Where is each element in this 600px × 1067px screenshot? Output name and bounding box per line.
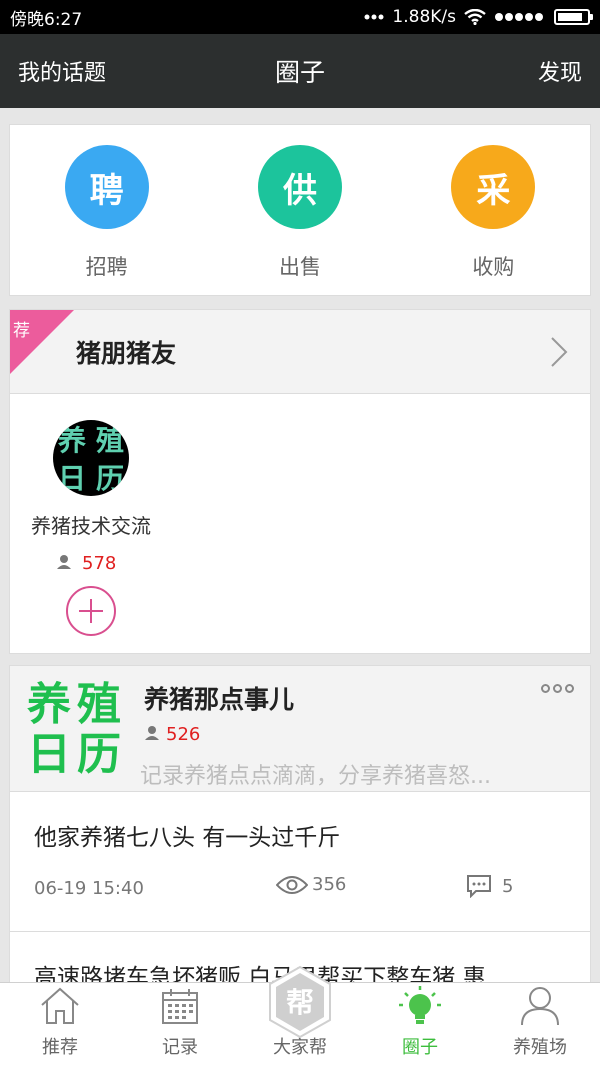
quick-action-recruit[interactable]: 聘 招聘 [27, 145, 187, 295]
tab-help[interactable]: 帮 大家帮 [240, 965, 360, 1067]
member-count-value: 578 [82, 553, 117, 574]
circle-header[interactable]: 养 殖 日 历 养猪那点事儿 526 记录养猪点点滴滴，分享养猪喜怒... [10, 666, 590, 792]
group-avatar: 养 殖 日 历 [53, 420, 129, 496]
tab-farm[interactable]: 养殖场 [480, 983, 600, 1067]
post-comments[interactable]: 5 [466, 874, 513, 898]
avatar-glyph: 养 [57, 424, 86, 457]
cell-signal-icon [494, 12, 546, 22]
group-member-count: 578 [36, 553, 116, 574]
member-icon [144, 725, 160, 745]
avatar-glyph: 日 [57, 462, 86, 495]
logo-glyph: 殖 [77, 679, 121, 730]
calendar-icon [162, 989, 198, 1024]
logo-glyph: 历 [77, 729, 121, 780]
group-item[interactable]: 养 殖 日 历 养猪技术交流 578 [10, 394, 172, 636]
more-options-icon[interactable] [541, 684, 574, 693]
discover-link[interactable]: 发现 [538, 55, 582, 87]
recommend-header[interactable]: 荐 猪朋猪友 [10, 310, 590, 394]
circle-member-count: 526 [144, 724, 200, 745]
avatar-glyph: 历 [95, 462, 124, 495]
quick-action-buy[interactable]: 采 收购 [413, 145, 573, 295]
avatar-glyph: 殖 [95, 424, 124, 457]
lightbulb-icon [399, 986, 441, 1024]
quick-action-label: 出售 [278, 255, 321, 279]
status-bar: 傍晚6:27 1.88K/s [0, 0, 600, 34]
circle-logo: 养 殖 日 历 [24, 680, 124, 780]
tab-circle[interactable]: 圈子 [360, 983, 480, 1067]
recommend-tag-text: 荐 [13, 321, 30, 341]
supply-icon: 供 [257, 145, 342, 229]
recommend-card: 荐 猪朋猪友 养 殖 日 历 养猪技术交流 578 [9, 309, 591, 654]
help-badge-glyph: 帮 [286, 986, 314, 1019]
bottom-tab-bar: 推荐 记录 帮 大家帮 圈子 养殖场 [0, 965, 600, 1067]
plus-icon [79, 599, 103, 623]
recommend-title: 猪朋猪友 [76, 338, 177, 368]
tab-label: 圈子 [402, 1037, 438, 1058]
post-item[interactable]: 他家养猪七八头 有一头过千斤 06-19 15:40 356 5 [10, 792, 590, 932]
status-time: 傍晚6:27 [10, 9, 83, 30]
views-count: 356 [312, 874, 347, 895]
purchase-glyph: 采 [476, 170, 511, 211]
network-speed: 1.88K/s [392, 7, 456, 27]
tab-label: 养殖场 [513, 1037, 567, 1058]
signal-dots-icon [364, 14, 384, 20]
quick-actions: 聘 招聘 供 出售 采 收购 [9, 124, 591, 296]
my-topics-link[interactable]: 我的话题 [18, 55, 106, 87]
help-badge-icon: 帮 [269, 965, 331, 1039]
tab-label: 推荐 [42, 1037, 78, 1058]
logo-glyph: 日 [27, 729, 71, 780]
chevron-right-icon[interactable] [550, 336, 568, 372]
home-icon [41, 987, 79, 1024]
join-group-button[interactable] [66, 586, 116, 636]
member-icon [56, 554, 72, 574]
quick-action-sell[interactable]: 供 出售 [220, 145, 380, 295]
post-title: 他家养猪七八头 有一头过千斤 [34, 825, 341, 851]
supply-glyph: 供 [282, 170, 317, 211]
nav-bar: 我的话题 圈子 发现 [0, 34, 600, 108]
tab-records[interactable]: 记录 [120, 983, 240, 1067]
purchase-icon: 采 [451, 145, 536, 229]
post-views: 356 [276, 874, 346, 895]
eye-icon [276, 875, 308, 894]
battery-fill [558, 13, 582, 21]
tab-recommend[interactable]: 推荐 [0, 983, 120, 1067]
person-icon [521, 987, 559, 1026]
group-name: 养猪技术交流 [31, 514, 151, 538]
member-count-value: 526 [166, 724, 201, 745]
tab-label: 记录 [162, 1037, 198, 1058]
battery-icon [554, 9, 593, 25]
circle-title: 养猪那点事儿 [144, 685, 295, 714]
circle-feed-card: 养 殖 日 历 养猪那点事儿 526 记录养猪点点滴滴，分享养猪喜怒... 他家… [9, 665, 591, 1067]
post-date: 06-19 15:40 [34, 878, 144, 899]
quick-action-label: 收购 [472, 255, 515, 279]
comments-count: 5 [502, 875, 514, 897]
logo-glyph: 养 [27, 679, 71, 730]
comment-icon [467, 875, 491, 898]
circle-description: 记录养猪点点滴滴，分享养猪喜怒... [140, 764, 491, 789]
wifi-icon [464, 9, 486, 25]
recruit-icon: 聘 [64, 145, 149, 229]
recruit-glyph: 聘 [89, 170, 124, 211]
status-indicators: 1.88K/s [364, 7, 593, 27]
quick-action-label: 招聘 [85, 255, 128, 279]
